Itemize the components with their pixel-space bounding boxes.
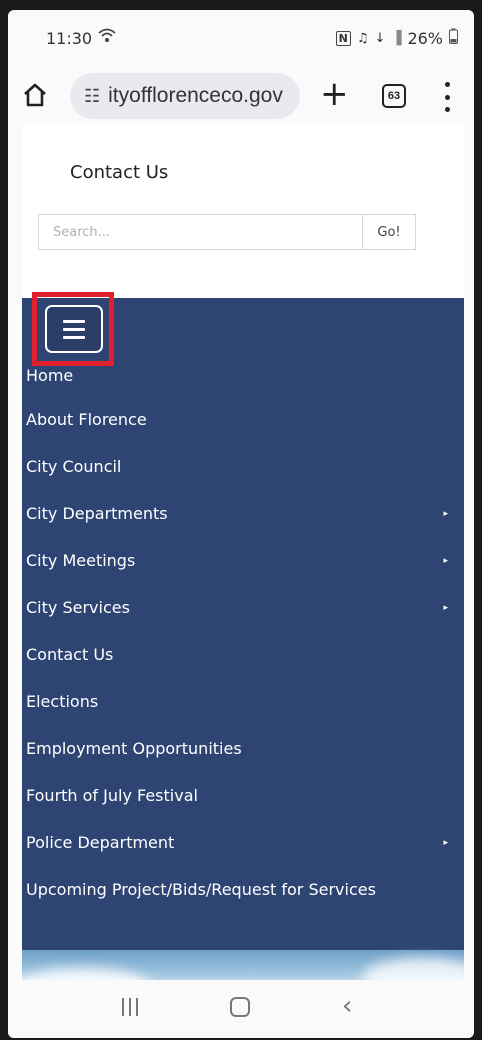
back-icon[interactable]: ‹ — [342, 992, 352, 1020]
nav-item-label: City Departments — [26, 504, 168, 523]
web-page: Contact Us Go! Home About Florence City Co… — [22, 124, 464, 1016]
system-home-icon[interactable] — [230, 997, 250, 1017]
nav-item-label: Upcoming Project/Bids/Request for Servic… — [26, 880, 376, 899]
nav-list: Home About Florence City Council City Depar… — [22, 366, 464, 913]
nav-item[interactable]: City Departments ▸ — [22, 490, 464, 537]
submenu-caret-icon[interactable]: ▸ — [443, 556, 448, 566]
battery-level: 26% — [407, 28, 443, 48]
nav-item[interactable]: Contact Us — [22, 631, 464, 678]
nav-item[interactable]: Employment Opportunities — [22, 725, 464, 772]
nav-item-label: City Services — [26, 598, 130, 617]
submenu-caret-icon[interactable]: ▸ — [443, 603, 448, 613]
nav-item-label: Contact Us — [26, 645, 114, 664]
search-input[interactable] — [38, 214, 362, 250]
tab-switcher-button[interactable]: 63 — [382, 84, 406, 108]
new-tab-button[interactable]: + — [320, 74, 349, 114]
hamburger-menu-button[interactable] — [45, 305, 103, 353]
nav-item-label: Elections — [26, 692, 99, 711]
nav-item[interactable]: Fourth of July Festival — [22, 772, 464, 819]
nav-item[interactable]: About Florence — [22, 396, 464, 443]
nav-item-label: Police Department — [26, 833, 175, 852]
nav-item-label: Employment Opportunities — [26, 739, 242, 758]
nav-item[interactable]: Police Department ▸ — [22, 819, 464, 866]
browser-toolbar: ☷ ityofflorenceco.gov + 63 — [8, 70, 474, 124]
nfc-icon: N — [335, 30, 351, 46]
submenu-caret-icon[interactable]: ▸ — [443, 509, 448, 519]
nav-item[interactable]: Elections — [22, 678, 464, 725]
mute-icon: ♫ — [356, 30, 369, 46]
nav-item[interactable]: City Meetings ▸ — [22, 537, 464, 584]
nav-item-label: City Meetings — [26, 551, 136, 570]
status-bar: 11:30 N ♫ ↓ ▐ 26% — [8, 10, 474, 66]
submenu-caret-icon[interactable]: ▸ — [443, 838, 448, 848]
highlight-box — [32, 292, 114, 366]
header-contact-link[interactable]: Contact Us — [70, 162, 168, 183]
system-navigation-bar: ‹ — [8, 980, 474, 1038]
home-icon[interactable] — [20, 80, 50, 110]
nav-item-label: Home — [26, 366, 74, 385]
nav-item-label: About Florence — [26, 410, 147, 429]
signal-bars-icon: ▐ — [391, 30, 402, 46]
main-navigation: Home About Florence City Council City Depar… — [22, 292, 464, 950]
battery-icon — [449, 28, 458, 48]
status-time: 11:30 — [46, 28, 93, 48]
search-go-button[interactable]: Go! — [362, 214, 416, 250]
nav-item-label: City Council — [26, 457, 122, 476]
more-menu-icon[interactable] — [442, 82, 452, 112]
url-text: ityofflorenceco.gov — [108, 84, 283, 107]
nav-item[interactable]: City Services ▸ — [22, 584, 464, 631]
signal-icon: ↓ — [374, 30, 386, 46]
nav-item[interactable]: Home — [22, 366, 464, 396]
phone-screen: 11:30 N ♫ ↓ ▐ 26% ☷ ityofflorenceco.gov … — [8, 10, 474, 1038]
nav-item[interactable]: Upcoming Project/Bids/Request for Servic… — [22, 866, 464, 913]
nav-item[interactable]: City Council — [22, 443, 464, 490]
site-info-icon[interactable]: ☷ — [84, 86, 100, 107]
address-bar[interactable]: ☷ ityofflorenceco.gov — [70, 73, 300, 119]
wifi-icon — [98, 28, 116, 48]
nav-item-label: Fourth of July Festival — [26, 786, 198, 805]
recent-apps-icon[interactable] — [122, 998, 138, 1016]
